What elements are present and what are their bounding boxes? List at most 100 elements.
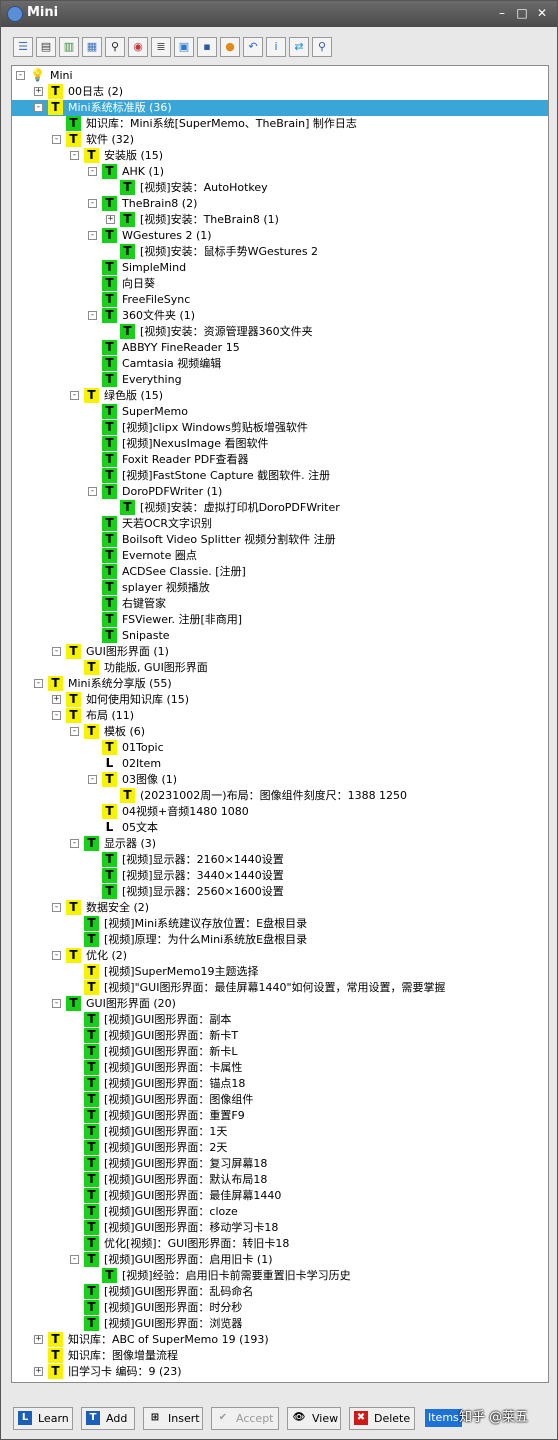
tree-row[interactable]: - T 360文件夹 (1): [12, 308, 548, 324]
tree-row[interactable]: T 知识库：图像增量流程: [12, 1348, 548, 1364]
collapse-icon[interactable]: -: [52, 135, 61, 144]
collapse-icon[interactable]: -: [70, 727, 79, 736]
tree-row[interactable]: T ACDSee Classie. [注册]: [12, 564, 548, 580]
tree-row[interactable]: T 功能版, GUI图形界面: [12, 660, 548, 676]
tree-row[interactable]: + T 旧学习卡 编码：9 (23): [12, 1364, 548, 1380]
tree-row[interactable]: + T 00日志 (2): [12, 84, 548, 100]
tree-row[interactable]: - T 布局 (11): [12, 708, 548, 724]
tree-row[interactable]: T [视频]GUI图形界面：时分秒: [12, 1300, 548, 1316]
contents-button[interactable]: ☰: [13, 37, 33, 57]
delete-button[interactable]: ✖ Delete: [349, 1407, 415, 1430]
tree-row[interactable]: T SuperMemo: [12, 404, 548, 420]
find-button[interactable]: ⚲: [312, 37, 332, 57]
tree-row[interactable]: - T AHK (1): [12, 164, 548, 180]
add-button[interactable]: ●: [220, 37, 240, 57]
tree-row[interactable]: - T DoroPDFWriter (1): [12, 484, 548, 500]
minimize-button[interactable]: –: [493, 4, 511, 22]
tree-row[interactable]: T [视频]显示器：2560×1600设置: [12, 884, 548, 900]
tree-row[interactable]: + T 知识库：ABC of SuperMemo 19 (193): [12, 1332, 548, 1348]
close-button[interactable]: ✕: [533, 4, 551, 22]
collapse-icon[interactable]: -: [88, 311, 97, 320]
tree-row[interactable]: T [视频]Mini系统建议存放位置：E盘根目录: [12, 916, 548, 932]
tree-row[interactable]: - T 安装版 (15): [12, 148, 548, 164]
register-button[interactable]: ▦: [82, 37, 102, 57]
add-button[interactable]: T Add: [81, 1407, 135, 1430]
browser-button[interactable]: ▤: [36, 37, 56, 57]
collapse-icon[interactable]: -: [52, 647, 61, 656]
expand-icon[interactable]: +: [34, 87, 43, 96]
tree-row[interactable]: - T [视频]GUI图形界面：启用旧卡 (1): [12, 1252, 548, 1268]
collapse-icon[interactable]: -: [34, 679, 43, 688]
learn-button[interactable]: L Learn: [13, 1407, 73, 1430]
tree-row[interactable]: T [视频]GUI图形界面：乱码命名: [12, 1284, 548, 1300]
tree-row[interactable]: T [视频]显示器：3440×1440设置: [12, 868, 548, 884]
expand-icon[interactable]: +: [106, 215, 115, 224]
tree-row[interactable]: T [视频]GUI图形界面：移动学习卡18: [12, 1220, 548, 1236]
collapse-icon[interactable]: -: [88, 199, 97, 208]
tree-row[interactable]: T (20231002周一)布局：图像组件刻度尺：1388 1250: [12, 788, 548, 804]
tree-row[interactable]: T FSViewer. 注册[非商用]: [12, 612, 548, 628]
tree-row[interactable]: T Everything: [12, 372, 548, 388]
items-button[interactable]: Items: [425, 1409, 462, 1427]
tree-row[interactable]: T [视频]GUI图形界面：重置F9: [12, 1108, 548, 1124]
tree-row[interactable]: T 右键管家: [12, 596, 548, 612]
tree-row[interactable]: T [视频]clipx Windows剪贴板增强软件: [12, 420, 548, 436]
save-button[interactable]: ▪: [197, 37, 217, 57]
elements-button[interactable]: ▥: [59, 37, 79, 57]
tree-row[interactable]: T [视频]GUI图形界面：副本: [12, 1012, 548, 1028]
tree-row[interactable]: T Foxit Reader PDF查看器: [12, 452, 548, 468]
tree-row[interactable]: - T 03图像 (1): [12, 772, 548, 788]
tree-row[interactable]: L 05文本: [12, 820, 548, 836]
expand-icon[interactable]: +: [34, 1335, 43, 1344]
tree-row[interactable]: T [视频]GUI图形界面：卡属性: [12, 1060, 548, 1076]
tree-row[interactable]: T [视频]安装：资源管理器360文件夹: [12, 324, 548, 340]
tree-row[interactable]: - T 显示器 (3): [12, 836, 548, 852]
tree-row[interactable]: T 知识库：Mini系统[SuperMemo、TheBrain] 制作日志: [12, 116, 548, 132]
tree-row[interactable]: T FreeFileSync: [12, 292, 548, 308]
title-bar[interactable]: Mini – □ ✕: [1, 1, 557, 27]
tree-row[interactable]: T [视频]显示器：2160×1440设置: [12, 852, 548, 868]
tree-row[interactable]: T [视频]经验：启用旧卡前需要重置旧卡学习历史: [12, 1268, 548, 1284]
knowledge-tree[interactable]: - 💡 Mini + T 00日志 (2) - T Mini系统标准版 (36) T 知识库：Min…: [11, 65, 549, 1383]
tree-row[interactable]: T Camtasia 视频编辑: [12, 356, 548, 372]
collapse-icon[interactable]: -: [52, 951, 61, 960]
tree-row[interactable]: T [视频]安装：AutoHotkey: [12, 180, 548, 196]
tree-row[interactable]: T Snipaste: [12, 628, 548, 644]
tree-row[interactable]: T [视频]"GUI图形界面：最佳屏幕1440"如何设置，常用设置，需要掌握: [12, 980, 548, 996]
maximize-button[interactable]: □: [513, 4, 531, 22]
tree-row[interactable]: - T GUI图形界面 (20): [12, 996, 548, 1012]
tree-row[interactable]: T 优化[视频]：GUI图形界面：转旧卡18: [12, 1236, 548, 1252]
tree-row[interactable]: - T 优化 (2): [12, 948, 548, 964]
tree-row[interactable]: Tsplayer 视频播放: [12, 580, 548, 596]
tree-row[interactable]: T [视频]GUI图形界面：复习屏幕18: [12, 1156, 548, 1172]
tree-row[interactable]: T [视频]GUI图形界面：锚点18: [12, 1076, 548, 1092]
tree-row[interactable]: T [视频]FastStone Capture 截图软件. 注册: [12, 468, 548, 484]
view-button[interactable]: ◉: [128, 37, 148, 57]
tree-row[interactable]: T Evernote 圈点: [12, 548, 548, 564]
collapse-icon[interactable]: -: [70, 391, 79, 400]
tree-row[interactable]: T [视频]NexusImage 看图软件: [12, 436, 548, 452]
tree-row[interactable]: + T [视频]安装：TheBrain8 (1): [12, 212, 548, 228]
collapse-icon[interactable]: -: [52, 999, 61, 1008]
collapse-icon[interactable]: -: [52, 903, 61, 912]
tree-row[interactable]: T [视频]原理：为什么Mini系统放E盘根目录: [12, 932, 548, 948]
tree-row[interactable]: - T GUI图形界面 (1): [12, 644, 548, 660]
tree-row[interactable]: T 04视频+音频1480 1080: [12, 804, 548, 820]
tree-row[interactable]: T 天若OCR文字识别: [12, 516, 548, 532]
info-button[interactable]: i: [266, 37, 286, 57]
tree-row[interactable]: - T 绿色版 (15): [12, 388, 548, 404]
tree-row[interactable]: T [视频]GUI图形界面：浏览器: [12, 1316, 548, 1332]
collapse-icon[interactable]: -: [70, 151, 79, 160]
tree-row[interactable]: - T WGestures 2 (1): [12, 228, 548, 244]
tree-row[interactable]: - T 模板 (6): [12, 724, 548, 740]
expand-icon[interactable]: +: [34, 1367, 43, 1376]
collapse-icon[interactable]: -: [88, 775, 97, 784]
tree-row[interactable]: + T 如何使用知识库 (15): [12, 692, 548, 708]
tree-row[interactable]: T [视频]GUI图形界面：新卡L: [12, 1044, 548, 1060]
outline-button[interactable]: ≣: [151, 37, 171, 57]
tree-row[interactable]: T SimpleMind: [12, 260, 548, 276]
image-button[interactable]: ▣: [174, 37, 194, 57]
tree-row[interactable]: - T TheBrain8 (2): [12, 196, 548, 212]
tree-row[interactable]: - T Mini系统分享版 (55): [12, 676, 548, 692]
tree-row[interactable]: T [视频]GUI图形界面：默认布局18: [12, 1172, 548, 1188]
